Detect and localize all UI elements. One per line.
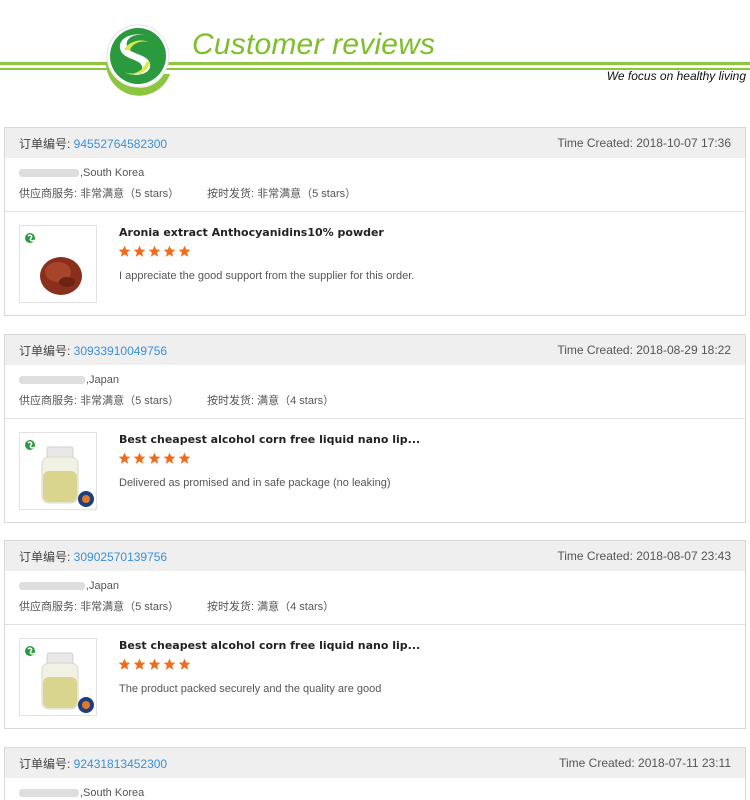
supplier-service-label: 供应商服务:	[19, 188, 81, 200]
time-created-label: Time Created:	[557, 343, 637, 357]
star-icon	[163, 658, 176, 670]
supplier-service-rating: 非常满意（5 stars）	[80, 188, 180, 200]
on-time-delivery-rating: 非常满意（5 stars）	[257, 188, 357, 200]
buyer-info: ,South Korea	[5, 778, 745, 800]
review-card-header: 订单编号: 92431813452300 Time Created: 2018-…	[5, 748, 745, 778]
supplier-service-label: 供应商服务:	[19, 601, 81, 613]
supplier-service-label: 供应商服务:	[19, 395, 81, 407]
time-created-value: 2018-08-07 23:43	[636, 549, 731, 563]
review-card: 订单编号: 92431813452300 Time Created: 2018-…	[4, 747, 746, 800]
tagline: We focus on healthy living	[606, 69, 746, 83]
star-icon	[163, 452, 176, 464]
on-time-delivery-rating: 满意（4 stars）	[257, 601, 335, 613]
buyer-country: ,South Korea	[80, 167, 145, 179]
product-row: Aronia extract Anthocyanidins10% powder …	[5, 212, 745, 315]
star-icon	[163, 245, 176, 257]
star-icon	[133, 452, 146, 464]
time-created-label: Time Created:	[557, 136, 637, 150]
time-created-label: Time Created:	[557, 549, 637, 563]
header: Customer reviews We focus on healthy liv…	[0, 0, 750, 110]
order-number-link[interactable]: 30902570139756	[74, 550, 167, 564]
review-card: 订单编号: 94552764582300 Time Created: 2018-…	[4, 127, 746, 316]
time-created-value: 2018-08-29 18:22	[636, 343, 731, 357]
buyer-info: ,Japan 供应商服务: 非常满意（5 stars） 按时发货: 满意（4 s…	[5, 571, 745, 625]
buyer-info: ,South Korea 供应商服务: 非常满意（5 stars） 按时发货: …	[5, 158, 745, 212]
review-card-header: 订单编号: 94552764582300 Time Created: 2018-…	[5, 128, 745, 158]
star-icon	[178, 245, 191, 257]
review-comment: I appreciate the good support from the s…	[119, 270, 415, 282]
order-number-link[interactable]: 94552764582300	[74, 137, 167, 151]
buyer-info: ,Japan 供应商服务: 非常满意（5 stars） 按时发货: 满意（4 s…	[5, 365, 745, 419]
product-row: Best cheapest alcohol corn free liquid n…	[5, 625, 745, 728]
product-title-link[interactable]: Aronia extract Anthocyanidins10% powder	[119, 226, 384, 239]
star-rating	[118, 658, 193, 671]
buyer-name-redacted	[19, 582, 85, 590]
buyer-country: ,Japan	[86, 374, 120, 386]
review-card-header: 订单编号: 30902570139756 Time Created: 2018-…	[5, 541, 745, 571]
time-created-label: Time Created:	[559, 756, 639, 770]
order-number-link[interactable]: 30933910049756	[74, 344, 167, 358]
star-icon	[118, 452, 131, 464]
star-rating	[118, 245, 193, 258]
time-created-value: 2018-10-07 17:36	[636, 136, 731, 150]
supplier-service-rating: 非常满意（5 stars）	[80, 395, 180, 407]
star-icon	[118, 245, 131, 257]
review-comment: Delivered as promised and in safe packag…	[119, 477, 391, 489]
order-no-label: 订单编号:	[19, 136, 74, 151]
order-no-label: 订单编号:	[19, 756, 74, 771]
review-card: 订单编号: 30902570139756 Time Created: 2018-…	[4, 540, 746, 729]
product-thumbnail[interactable]	[19, 432, 97, 510]
buyer-name-redacted	[19, 169, 79, 177]
product-row: Best cheapest alcohol corn free liquid n…	[5, 419, 745, 522]
star-icon	[148, 245, 161, 257]
time-created-value: 2018-07-11 23:11	[638, 756, 731, 770]
star-rating	[118, 452, 193, 465]
review-card-header: 订单编号: 30933910049756 Time Created: 2018-…	[5, 335, 745, 365]
star-icon	[118, 658, 131, 670]
page-title: Customer reviews	[192, 28, 436, 61]
on-time-delivery-label: 按时发货:	[207, 601, 258, 613]
product-title-link[interactable]: Best cheapest alcohol corn free liquid n…	[119, 433, 420, 446]
buyer-name-redacted	[19, 376, 85, 384]
review-card: 订单编号: 30933910049756 Time Created: 2018-…	[4, 334, 746, 523]
star-icon	[148, 658, 161, 670]
product-thumbnail[interactable]	[19, 638, 97, 716]
product-thumbnail[interactable]	[19, 225, 97, 303]
star-icon	[148, 452, 161, 464]
on-time-delivery-label: 按时发货:	[207, 395, 258, 407]
star-icon	[133, 245, 146, 257]
star-icon	[178, 658, 191, 670]
review-comment: The product packed securely and the qual…	[119, 683, 382, 695]
product-title-link[interactable]: Best cheapest alcohol corn free liquid n…	[119, 639, 420, 652]
order-no-label: 订单编号:	[19, 343, 74, 358]
order-no-label: 订单编号:	[19, 549, 74, 564]
buyer-country: ,Japan	[86, 580, 120, 592]
on-time-delivery-rating: 满意（4 stars）	[257, 395, 335, 407]
star-icon	[133, 658, 146, 670]
supplier-service-rating: 非常满意（5 stars）	[80, 601, 180, 613]
buyer-name-redacted	[19, 789, 79, 797]
order-number-link[interactable]: 92431813452300	[74, 757, 167, 771]
buyer-country: ,South Korea	[80, 787, 145, 799]
s-leaf-logo-icon	[94, 16, 180, 102]
on-time-delivery-label: 按时发货:	[207, 188, 258, 200]
star-icon	[178, 452, 191, 464]
